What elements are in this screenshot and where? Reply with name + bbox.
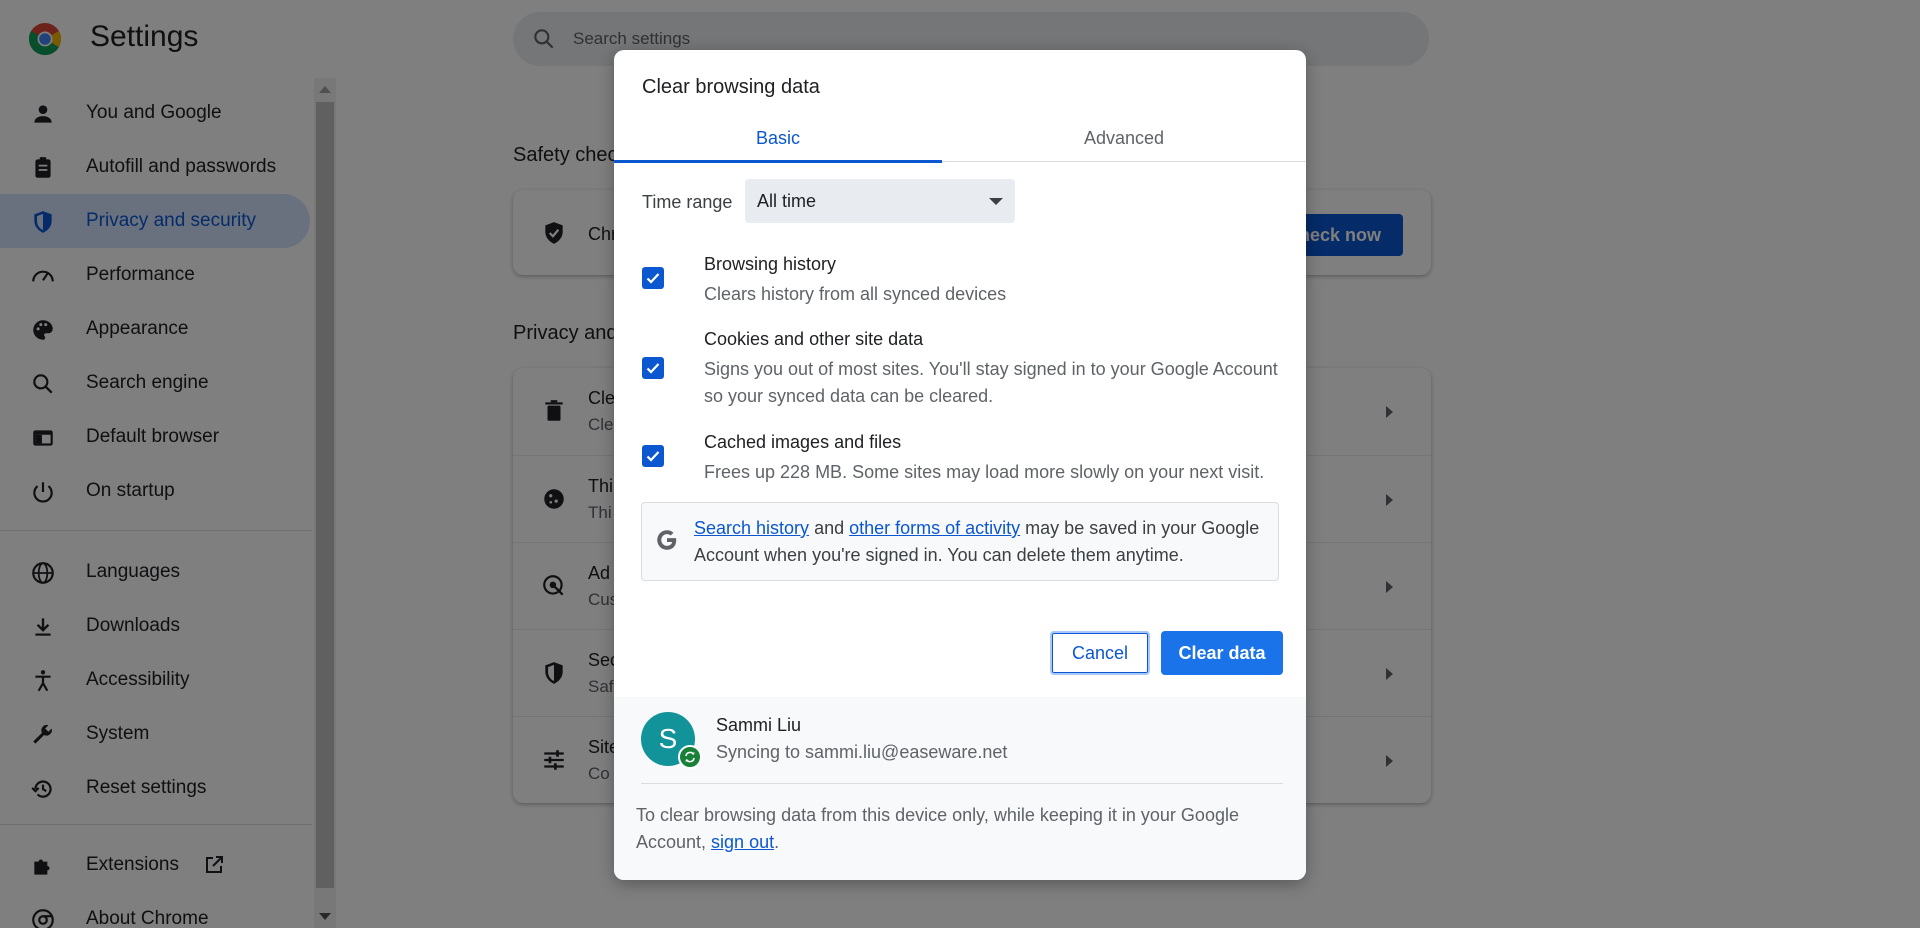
checkmark-icon (646, 273, 660, 284)
google-g-icon (657, 530, 677, 550)
checkmark-icon (646, 363, 660, 374)
browsing-history-checkbox[interactable] (642, 267, 664, 289)
time-range-label: Time range (642, 192, 733, 212)
sync-icon (685, 751, 695, 763)
footer-note: To clear browsing data from this device … (636, 805, 1239, 852)
account-name: Sammi Liu (716, 715, 802, 735)
dialog-footer: S Sammi Liu Syncing to sammi.liu@easewar… (614, 697, 1306, 880)
tab-advanced[interactable]: Advanced (942, 116, 1306, 162)
cancel-button[interactable]: Cancel (1050, 631, 1150, 675)
sign-out-link[interactable]: sign out (711, 832, 774, 852)
tab-basic[interactable]: Basic (614, 116, 942, 163)
active-tab-indicator (614, 160, 942, 163)
dropdown-arrow-icon (989, 198, 1003, 205)
dialog-tabs: Basic Advanced (614, 116, 1306, 163)
search-history-link[interactable]: Search history (694, 518, 809, 538)
time-range-select[interactable]: All time (745, 179, 1015, 223)
google-note-text: Search history and other forms of activi… (694, 518, 1260, 565)
checkmark-icon (646, 451, 660, 462)
other-activity-link[interactable]: other forms of activity (849, 518, 1020, 538)
cached-images-checkbox[interactable] (642, 445, 664, 467)
sync-badge (678, 745, 702, 769)
clear-data-button[interactable]: Clear data (1161, 631, 1283, 675)
account-sync-status: Syncing to sammi.liu@easeware.net (716, 742, 1008, 762)
clear-browsing-data-dialog: Clear browsing data Basic Advanced Time … (614, 50, 1306, 880)
dialog-title: Clear browsing data (642, 76, 820, 98)
cookies-checkbox[interactable] (642, 357, 664, 379)
google-activity-note: Search history and other forms of activi… (641, 502, 1279, 581)
footer-divider (641, 783, 1283, 784)
